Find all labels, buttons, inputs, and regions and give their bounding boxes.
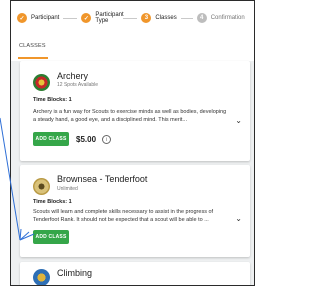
annotation-arrow <box>0 117 35 241</box>
